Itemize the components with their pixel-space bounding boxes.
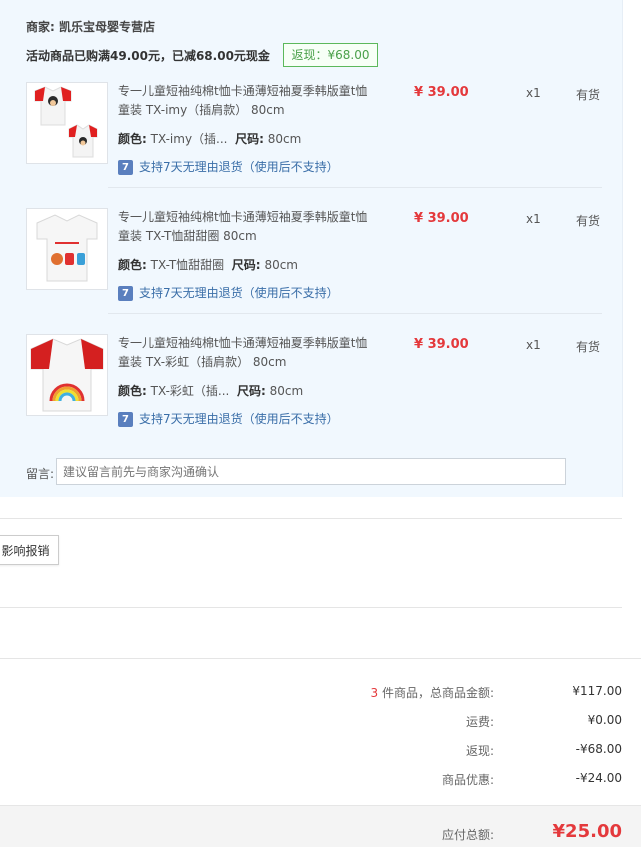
- section-divider: [0, 607, 622, 608]
- cart-item: 专一儿童短袖纯棉t恤卡通薄短袖夏季韩版童t恤童装 TX-imy（插肩款） 80c…: [0, 82, 622, 208]
- shipping-value: ¥0.00: [587, 713, 622, 727]
- item-divider: [108, 187, 602, 188]
- return-policy[interactable]: 7 支持7天无理由退货（使用后不支持）: [118, 410, 339, 427]
- product-title[interactable]: 专一儿童短袖纯棉t恤卡通薄短袖夏季韩版童t恤童装 TX-彩虹（插肩款） 80cm: [118, 334, 368, 372]
- seven-day-return-icon: 7: [118, 160, 133, 175]
- size-label: 尺码:: [235, 132, 264, 146]
- return-policy[interactable]: 7 支持7天无理由退货（使用后不支持）: [118, 158, 339, 175]
- size-label: 尺码:: [237, 384, 266, 398]
- tshirt-image-icon: [36, 214, 98, 282]
- tshirt-image-icon: [34, 86, 98, 158]
- product-price: ¥ 39.00: [414, 337, 469, 352]
- discount-value: -¥24.00: [575, 771, 622, 785]
- size-value: 80cm: [269, 384, 304, 398]
- color-value: TX-T恤甜甜圈: [150, 258, 225, 272]
- shop-label: 商家:: [26, 20, 55, 34]
- stock-status: 有货: [576, 340, 601, 354]
- product-price: ¥ 39.00: [414, 85, 469, 100]
- discount-label: 商品优惠:: [441, 773, 494, 787]
- color-label: 颜色:: [118, 258, 147, 272]
- reimbursement-impact-button[interactable]: 影响报销: [0, 535, 59, 565]
- tshirt-image-icon: [30, 338, 104, 412]
- stock-status: 有货: [576, 214, 601, 228]
- shop-name[interactable]: 商家: 凯乐宝母婴专营店: [26, 18, 155, 35]
- goods-total-label: 3 件商品，总商品金额:: [371, 684, 495, 701]
- return-policy[interactable]: 7 支持7天无理由退货（使用后不支持）: [118, 284, 339, 301]
- item-divider: [108, 313, 602, 314]
- product-thumbnail[interactable]: [26, 82, 108, 164]
- return-policy-text: 支持7天无理由退货（使用后不支持）: [139, 286, 339, 300]
- shop-name-text: 凯乐宝母婴专营店: [59, 20, 156, 34]
- return-policy-text: 支持7天无理由退货（使用后不支持）: [139, 412, 339, 426]
- color-label: 颜色:: [118, 384, 147, 398]
- goods-total-value: ¥117.00: [572, 684, 622, 698]
- goods-count: 3: [370, 686, 379, 700]
- shipping-label: 运费:: [465, 715, 494, 729]
- payable-total-label: 应付总额:: [441, 828, 494, 842]
- color-value: TX-彩虹（插...: [150, 384, 230, 398]
- payable-total-value: ¥25.00: [552, 821, 622, 842]
- return-policy-text: 支持7天无理由退货（使用后不支持）: [139, 160, 339, 174]
- product-price: ¥ 39.00: [414, 211, 469, 226]
- rebate-value: -¥68.00: [575, 742, 622, 756]
- product-attributes: 颜色: TX-彩虹（插... 尺码: 80cm: [118, 382, 303, 399]
- message-label: 留言:: [26, 467, 55, 481]
- product-quantity: x1: [526, 86, 541, 100]
- size-value: 80cm: [264, 258, 298, 272]
- color-value: TX-imy（插...: [150, 132, 228, 146]
- shop-order-panel: 商家: 凯乐宝母婴专营店 活动商品已购满49.00元，已减68.00元现金 返现…: [0, 0, 623, 497]
- promo-text: 活动商品已购满49.00元，已减68.00元现金: [26, 49, 270, 63]
- section-divider: [0, 518, 622, 519]
- product-thumbnail[interactable]: [26, 334, 108, 416]
- rebate-label: 返现:: [465, 744, 494, 758]
- product-title[interactable]: 专一儿童短袖纯棉t恤卡通薄短袖夏季韩版童t恤童装 TX-T恤甜甜圈 80cm: [118, 208, 368, 246]
- product-attributes: 颜色: TX-imy（插... 尺码: 80cm: [118, 130, 301, 147]
- section-divider: [0, 658, 641, 659]
- product-title[interactable]: 专一儿童短袖纯棉t恤卡通薄短袖夏季韩版童t恤童装 TX-imy（插肩款） 80c…: [118, 82, 368, 120]
- size-label: 尺码:: [231, 258, 261, 272]
- size-value: 80cm: [267, 132, 302, 146]
- product-quantity: x1: [526, 212, 541, 226]
- cart-item: 专一儿童短袖纯棉t恤卡通薄短袖夏季韩版童t恤童装 TX-彩虹（插肩款） 80cm…: [0, 334, 622, 460]
- cart-item: 专一儿童短袖纯棉t恤卡通薄短袖夏季韩版童t恤童装 TX-T恤甜甜圈 80cm ¥…: [0, 208, 622, 334]
- color-label: 颜色:: [118, 132, 147, 146]
- seven-day-return-icon: 7: [118, 286, 133, 301]
- rebate-badge: 返现：¥68.00: [283, 43, 378, 67]
- product-quantity: x1: [526, 338, 541, 352]
- goods-total-label-text: 件商品，总商品金额:: [378, 686, 494, 700]
- product-attributes: 颜色: TX-T恤甜甜圈 尺码: 80cm: [118, 256, 298, 273]
- seven-day-return-icon: 7: [118, 412, 133, 427]
- message-input[interactable]: [56, 458, 566, 485]
- product-thumbnail[interactable]: [26, 208, 108, 290]
- total-bar: [0, 805, 641, 847]
- stock-status: 有货: [576, 88, 601, 102]
